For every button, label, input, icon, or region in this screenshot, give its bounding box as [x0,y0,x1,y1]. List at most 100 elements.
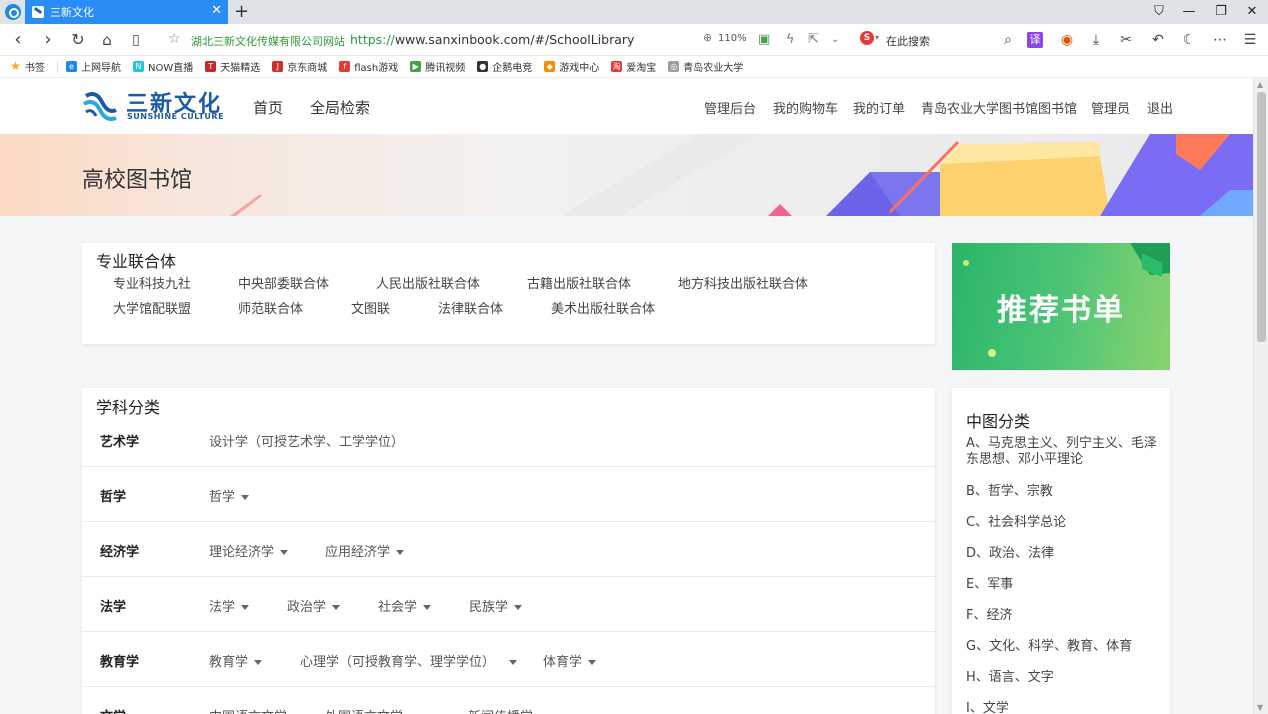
subject-item[interactable]: 教育学 [209,651,263,670]
union-link[interactable]: 古籍出版社联合体 [527,273,631,292]
maximize-icon[interactable]: ❐ [1206,0,1236,24]
shirt-skin-icon[interactable]: ⛉ [1144,0,1174,24]
nav-orders[interactable]: 我的订单 [853,98,905,117]
undo-icon[interactable]: ↶ [1147,30,1169,50]
subject-item[interactable]: 心理学（可授教育学、理学学位） [300,651,518,670]
subject-item[interactable]: 体育学 [543,651,597,670]
caret-down-icon[interactable] [509,660,518,665]
home-icon[interactable]: ⌂ [95,28,119,52]
bookmark-star-icon[interactable]: ☆ [168,31,181,47]
subject-item[interactable]: 民族学 [469,596,523,615]
scroll-down-icon[interactable]: ▼ [1257,703,1263,712]
bookmark-item[interactable]: ◆ 游戏中心 [544,59,599,74]
zhongtu-item[interactable]: E、军事 [966,577,1162,593]
caret-down-icon[interactable] [254,660,263,665]
dropdown-chevron-icon[interactable]: ⌄ [831,34,839,45]
zoom-icon[interactable]: ⊕ [703,31,712,44]
nav-global-search[interactable]: 全局检索 [310,97,370,118]
back-icon[interactable]: ‹ [6,28,30,52]
reader-mode-icon[interactable]: ▣ [758,32,770,47]
subject-item[interactable]: 哲学 [209,486,250,505]
zhongtu-item[interactable]: I、文学 [966,701,1162,714]
union-link[interactable]: 大学馆配联盟 [113,298,191,317]
zhongtu-item[interactable]: G、文化、科学、教育、体育 [966,639,1162,655]
search-icon[interactable]: ⌕ [1000,30,1016,50]
tab-close-icon[interactable]: ✕ [211,3,222,19]
bookmark-item[interactable]: J 京东商城 [272,59,327,74]
refresh-icon[interactable]: ↻ [66,28,90,52]
bookmark-item[interactable]: ★ 书签 [10,59,45,74]
zhongtu-item[interactable]: F、经济 [966,608,1162,624]
bookmark-item[interactable]: ● 企鹅电竞 [477,59,532,74]
scissors-icon[interactable]: ✂ [1115,30,1137,50]
search-input[interactable]: 在此搜索 [886,33,930,49]
scroll-up-icon[interactable]: ▲ [1257,80,1263,89]
nav-home[interactable]: 首页 [253,97,283,118]
union-link[interactable]: 文图联 [351,298,390,317]
subject-item[interactable]: 新闻传播学 [468,706,547,714]
bookmark-item[interactable]: 淘爱淘宝 [611,59,656,74]
subject-item[interactable]: 中国语言文学 [209,706,301,714]
caret-down-icon[interactable] [280,550,289,555]
union-link[interactable]: 法律联合体 [438,298,503,317]
subject-item[interactable]: 外国语言文学 [325,706,417,714]
caret-down-icon[interactable] [241,605,250,610]
minimize-icon[interactable]: — [1174,0,1204,24]
gamepad-icon[interactable]: ◉ [1056,30,1078,50]
caret-down-icon[interactable] [396,550,405,555]
window-close-icon[interactable]: ✕ [1237,0,1267,24]
zhongtu-item[interactable]: A、马克思主义、列宁主义、毛泽东思想、邓小平理论 [966,436,1162,468]
share-icon[interactable]: ⇱ [808,32,819,47]
bookmark-item[interactable]: ▶ 腾讯视频 [410,59,465,74]
zhongtu-item[interactable]: H、语言、文字 [966,670,1162,686]
subject-item[interactable]: 理论经济学 [209,541,289,560]
lightning-icon[interactable]: ϟ [786,32,795,47]
caret-down-icon[interactable] [241,495,250,500]
nav-cart[interactable]: 我的购物车 [773,98,838,117]
union-link[interactable]: 美术出版社联合体 [551,298,655,317]
union-link[interactable]: 中央部委联合体 [238,273,329,292]
more-icon[interactable]: ⋯ [1210,30,1230,50]
browser-logo-icon[interactable] [5,4,21,20]
search-engine-icon[interactable]: S [860,31,874,45]
forward-icon[interactable]: › [36,28,60,52]
subject-item[interactable]: 政治学 [287,596,341,615]
menu-icon[interactable]: ☰ [1240,30,1260,50]
download-icon[interactable]: ⤓ [1087,30,1105,50]
zhongtu-item[interactable]: B、哲学、宗教 [966,484,1162,500]
subject-item[interactable]: 应用经济学 [325,541,405,560]
zhongtu-item[interactable]: C、社会科学总论 [966,515,1162,531]
caret-down-icon[interactable] [332,605,341,610]
scrollbar-thumb[interactable] [1257,92,1266,342]
translate-icon[interactable]: 译 [1027,32,1043,48]
reader-icon[interactable]: ▯ [124,28,148,52]
url-field[interactable]: https://www.sanxinbook.com/#/SchoolLibra… [350,32,634,47]
union-link[interactable]: 师范联合体 [238,298,303,317]
bookmark-item[interactable]: f flash游戏 [339,59,398,74]
union-link[interactable]: 专业科技九社 [113,273,191,292]
subject-item[interactable]: 法学 [209,596,250,615]
nav-admin-user[interactable]: 管理员 [1091,98,1130,117]
nav-admin-backend[interactable]: 管理后台 [704,98,756,117]
engine-chevron-icon[interactable]: ▾ [875,33,879,42]
site-logo[interactable]: 三新文化 SUNSHINE CULTURE [82,88,232,124]
bookmark-item[interactable]: e 上网导航 [66,59,121,74]
caret-down-icon[interactable] [588,660,597,665]
subject-item[interactable]: 社会学 [378,596,432,615]
zhongtu-item[interactable]: D、政治、法律 [966,546,1162,562]
nav-logout[interactable]: 退出 [1147,98,1173,117]
browser-tab-active[interactable]: 三新文化 ✕ [25,0,228,24]
union-link[interactable]: 地方科技出版社联合体 [678,273,808,292]
caret-down-icon[interactable] [514,605,523,610]
recommend-list-banner[interactable]: 推荐书单 [952,243,1170,370]
union-link[interactable]: 人民出版社联合体 [376,273,480,292]
nav-library[interactable]: 青岛农业大学图书馆图书馆 [921,98,1077,117]
bookmark-item[interactable]: ◎ 青岛农业大学 [668,59,743,74]
bookmark-item[interactable]: N NOW直播 [133,59,193,74]
new-tab-icon[interactable]: + [234,1,249,23]
zoom-level[interactable]: 110% [718,33,747,44]
subject-item[interactable]: 设计学（可授艺术学、工学学位） [209,431,404,450]
bookmark-item[interactable]: T 天猫精选 [205,59,260,74]
page-scrollbar[interactable]: ▲ ▼ [1253,78,1268,714]
caret-down-icon[interactable] [423,605,432,610]
